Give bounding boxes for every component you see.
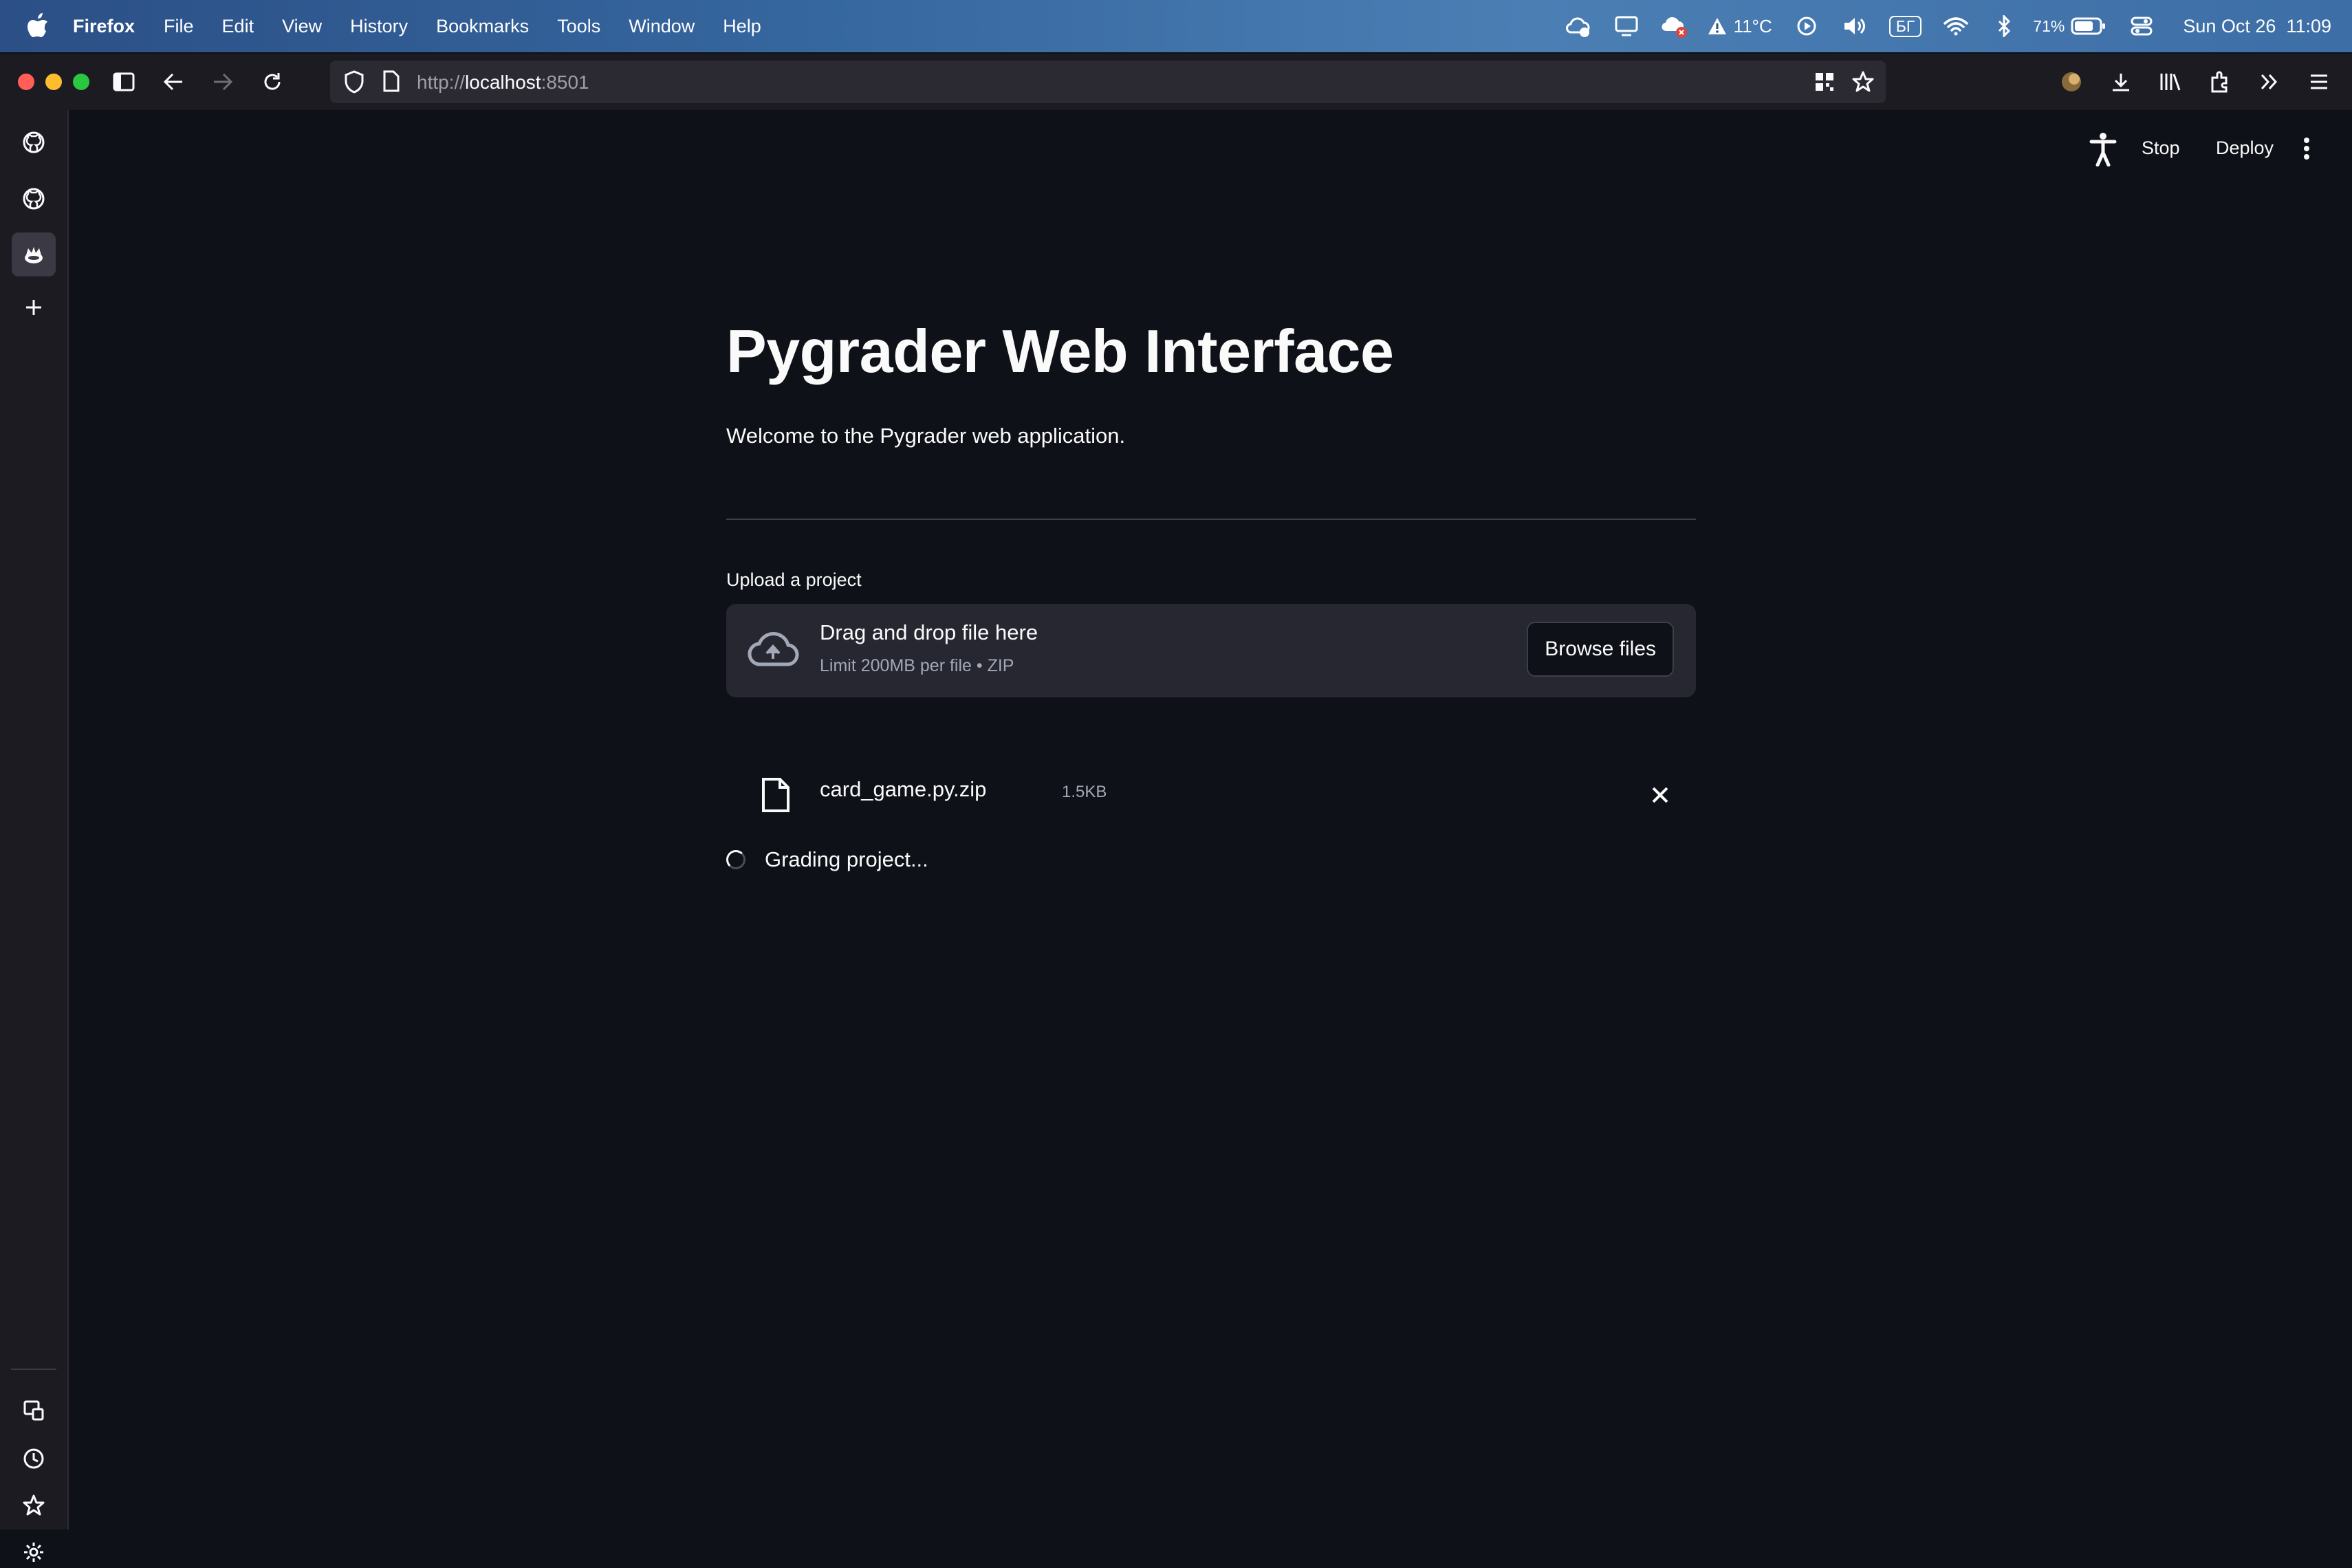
menu-bar-clock[interactable]: Sun Oct 26 11:09 <box>2183 16 2331 37</box>
settings-gear-icon[interactable] <box>18 1536 50 1568</box>
browser-toolbar: http://localhost:8501 <box>0 54 2352 110</box>
accessibility-icon[interactable] <box>2089 132 2117 170</box>
section-divider <box>726 519 1696 520</box>
extension-avatar-icon[interactable] <box>2058 68 2085 96</box>
forward-arrow-icon[interactable] <box>209 68 237 96</box>
keyboard-layout-label: БГ <box>1888 15 1922 37</box>
window-zoom-button[interactable] <box>73 74 89 90</box>
qr-code-icon[interactable] <box>1814 72 1835 96</box>
menu-bookmarks[interactable]: Bookmarks <box>436 16 529 37</box>
uploaded-file-size: 1.5KB <box>1062 783 1107 801</box>
plus-icon[interactable] <box>18 292 50 323</box>
downloads-icon[interactable] <box>2107 68 2135 96</box>
page-info-icon[interactable] <box>382 70 400 96</box>
menu-app-name[interactable]: Firefox <box>73 16 135 37</box>
menu-help[interactable]: Help <box>723 16 761 37</box>
page-title: Pygrader Web Interface <box>726 317 1394 385</box>
uploaded-file-item: card_game.py.zip 1.5KB <box>726 762 1696 831</box>
url-scheme: http:// <box>417 72 466 93</box>
bluetooth-icon[interactable] <box>1990 12 2018 40</box>
menu-view[interactable]: View <box>282 16 322 37</box>
sidebar-divider <box>11 1369 56 1370</box>
browser-window: http://localhost:8501 Stop Deploy Pygrad… <box>0 54 2352 1562</box>
tracking-protection-shield-icon[interactable] <box>344 70 364 97</box>
uploaded-file-name: card_game.py.zip <box>820 777 987 801</box>
page-subtitle: Welcome to the Pygrader web application. <box>726 424 1126 448</box>
hamburger-menu-icon[interactable] <box>2305 68 2333 96</box>
screen-mirroring-icon[interactable] <box>1613 12 1640 40</box>
streamlit-crown-icon[interactable] <box>12 232 56 276</box>
menu-file[interactable]: File <box>164 16 194 37</box>
history-icon[interactable] <box>18 1443 50 1474</box>
menu-window[interactable]: Window <box>629 16 695 37</box>
warning-icon[interactable] <box>1703 12 1731 40</box>
reload-icon[interactable] <box>259 68 286 96</box>
library-icon[interactable] <box>2157 68 2184 96</box>
synced-tabs-icon[interactable] <box>18 1395 50 1426</box>
upload-label: Upload a project <box>726 569 862 590</box>
battery-icon[interactable] <box>2070 12 2107 40</box>
weather-cloud-icon[interactable] <box>1565 12 1592 40</box>
sidebar-toggle-icon[interactable] <box>110 68 138 96</box>
dropzone-title: Drag and drop file here <box>820 620 1038 644</box>
macos-menu-bar: Firefox File Edit View History Bookmarks… <box>0 0 2352 52</box>
url-text[interactable]: http://localhost:8501 <box>417 72 589 94</box>
control-center-icon[interactable] <box>2128 12 2155 40</box>
cloud-error-icon[interactable] <box>1661 12 1688 40</box>
stop-button[interactable]: Stop <box>2142 138 2180 159</box>
dropzone-limit-text: Limit 200MB per file • ZIP <box>820 656 1014 675</box>
grading-status-text: Grading project... <box>765 847 928 871</box>
firefox-sidebar <box>0 110 69 1529</box>
keyboard-layout-indicator[interactable]: БГ <box>1888 12 1922 40</box>
main-menu-kebab-icon[interactable] <box>2302 136 2311 164</box>
menu-tools[interactable]: Tools <box>557 16 600 37</box>
bookmarks-star-icon[interactable] <box>18 1490 50 1521</box>
window-close-button[interactable] <box>18 74 34 90</box>
back-arrow-icon[interactable] <box>160 68 187 96</box>
menu-history[interactable]: History <box>350 16 408 37</box>
window-minimize-button[interactable] <box>45 74 62 90</box>
play-circle-icon[interactable] <box>1793 12 1820 40</box>
file-dropzone[interactable]: Drag and drop file here Limit 200MB per … <box>726 604 1696 697</box>
cloud-upload-icon <box>748 631 799 666</box>
github-icon[interactable] <box>18 127 50 158</box>
volume-icon[interactable] <box>1841 12 1869 40</box>
loading-spinner-icon <box>726 850 745 869</box>
browse-files-button[interactable]: Browse files <box>1527 622 1674 677</box>
bookmark-star-icon[interactable] <box>1851 70 1875 97</box>
url-host: localhost <box>465 72 541 93</box>
streamlit-app: Stop Deploy Pygrader Web Interface Welco… <box>69 110 2352 1529</box>
github-icon[interactable] <box>18 183 50 215</box>
extensions-puzzle-icon[interactable] <box>2206 68 2234 96</box>
wifi-icon[interactable] <box>1942 12 1970 40</box>
weather-temperature[interactable]: 11°C <box>1734 16 1772 37</box>
url-port: :8501 <box>541 72 589 93</box>
deploy-button[interactable]: Deploy <box>2216 138 2274 159</box>
url-bar[interactable]: http://localhost:8501 <box>330 61 1886 103</box>
file-icon <box>762 778 790 812</box>
overflow-chevrons-icon[interactable] <box>2256 68 2283 96</box>
battery-percentage[interactable]: 71% <box>2033 17 2065 36</box>
apple-logo-icon[interactable] <box>26 13 50 39</box>
menu-edit[interactable]: Edit <box>222 16 254 37</box>
remove-file-close-icon[interactable] <box>1648 783 1673 807</box>
